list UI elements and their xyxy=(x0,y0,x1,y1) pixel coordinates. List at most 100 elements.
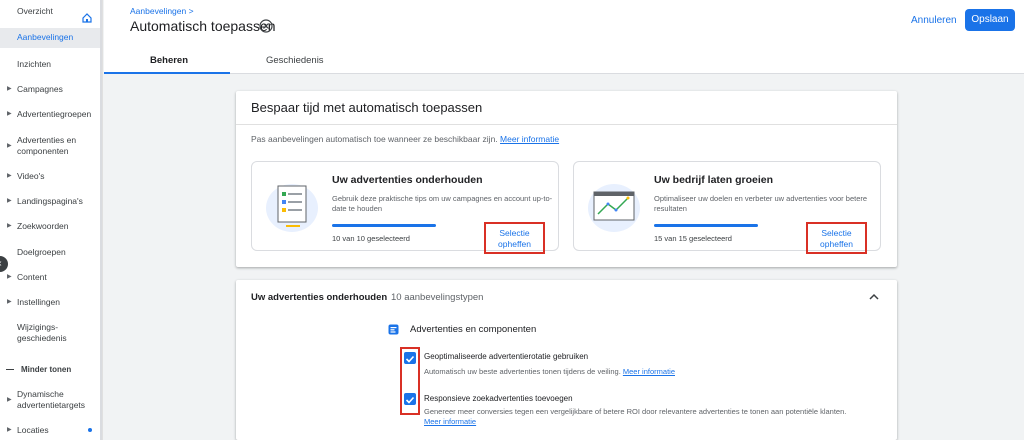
selection-count: 15 van 15 geselecteerd xyxy=(654,234,732,243)
chevron-right-icon: ▶ xyxy=(7,223,12,229)
checkmark-icon xyxy=(405,396,415,404)
recommendation-type-count: 10 aanbevelingstypen xyxy=(391,292,484,303)
page-header: Aanbevelingen > Automatisch toepassen An… xyxy=(104,0,1024,74)
sidebar-item-locaties[interactable]: ▶ Locaties xyxy=(0,425,100,439)
sidebar-scrollbar[interactable] xyxy=(100,0,102,440)
option-description-text: Genereer meer conversies tegen een verge… xyxy=(424,407,847,416)
chevron-right-icon: ▶ xyxy=(7,299,12,305)
sidebar-item-landingspaginas[interactable]: ▶ Landingspagina's xyxy=(0,196,100,210)
sidebar-item-videos[interactable]: ▶ Video's xyxy=(0,171,100,185)
sidebar-item-zoekwoorden[interactable]: ▶ Zoekwoorden xyxy=(0,221,100,235)
tab-beheren[interactable]: Beheren xyxy=(150,55,188,66)
chevron-right-icon: > xyxy=(188,6,194,16)
subcard-description: Optimaliseer uw doelen en verbeter uw ad… xyxy=(654,194,868,213)
deselect-all-button[interactable]: Selectie opheffen xyxy=(484,222,545,254)
chevron-right-icon: ▶ xyxy=(7,397,12,403)
sidebar-item-label: Doelgroepen xyxy=(17,247,66,257)
sidebar-item-label: Zoekwoorden xyxy=(17,221,69,231)
sidebar-item-dynamische[interactable]: ▶ Dynamische advertentietargets xyxy=(0,389,100,413)
maintain-ads-expanded-card: Uw advertenties onderhouden 10 aanbeveli… xyxy=(236,280,897,440)
subcard-description: Gebruik deze praktische tips om uw campa… xyxy=(332,194,553,213)
sidebar-item-label: Instellingen xyxy=(17,297,61,307)
selection-progress-bar xyxy=(332,224,436,227)
sidebar-item-campagnes[interactable]: ▶ Campagnes xyxy=(0,84,100,98)
sidebar-item-label: Minder tonen xyxy=(21,365,72,374)
page-title: Automatisch toepassen xyxy=(130,18,276,34)
breadcrumb[interactable]: Aanbevelingen > xyxy=(130,6,194,16)
sidebar-item-content[interactable]: ▶ Content xyxy=(0,272,100,286)
sidebar-item-label: Overzicht xyxy=(17,6,53,16)
selection-progress-bar xyxy=(654,224,758,227)
sidebar-item-advertentiegroepen[interactable]: ▶ Advertentiegroepen xyxy=(0,109,100,123)
card-title: Bespaar tijd met automatisch toepassen xyxy=(251,100,483,115)
sidebar-item-label: Landingspagina's xyxy=(17,196,83,206)
active-tab-indicator xyxy=(104,72,230,74)
deselect-all-button[interactable]: Selectie opheffen xyxy=(806,222,867,254)
ad-components-icon xyxy=(388,324,399,335)
sidebar-item-label: Dynamische advertentietargets xyxy=(17,389,86,410)
close-circle-icon[interactable] xyxy=(259,19,273,33)
auto-apply-intro-card: Bespaar tijd met automatisch toepassen P… xyxy=(236,91,897,267)
chevron-right-icon: ▶ xyxy=(7,274,12,280)
category-title: Advertenties en componenten xyxy=(410,324,537,335)
chevron-right-icon: ▶ xyxy=(7,173,12,179)
sidebar-item-wijzigingsgeschiedenis[interactable]: Wijzigings-geschiedenis xyxy=(0,322,100,346)
deselect-label-line2: opheffen xyxy=(820,239,853,249)
chevron-left-icon: ‹ xyxy=(0,258,2,269)
responsive-search-ads-checkbox[interactable] xyxy=(404,393,416,405)
sidebar-item-label: Inzichten xyxy=(17,59,52,69)
sidebar-nav: Overzicht Aanbevelingen Inzichten ▶ Camp… xyxy=(0,0,103,440)
sidebar-item-label: Wijzigings-geschiedenis xyxy=(17,322,67,343)
sidebar-item-doelgroepen[interactable]: Doelgroepen xyxy=(0,247,100,261)
chevron-right-icon: ▶ xyxy=(7,427,12,433)
sidebar-item-overzicht[interactable]: Overzicht xyxy=(0,6,100,23)
chevron-right-icon: ▶ xyxy=(7,198,12,204)
chevron-right-icon: ▶ xyxy=(7,111,12,117)
sidebar-item-label: Locaties xyxy=(17,425,49,435)
notification-dot xyxy=(88,428,92,432)
description-text: Pas aanbevelingen automatisch toe wannee… xyxy=(251,134,498,144)
sidebar-item-label: Campagnes xyxy=(17,84,63,94)
sidebar-item-label: Aanbevelingen xyxy=(17,32,74,42)
option-description: Genereer meer conversies tegen een verge… xyxy=(424,407,884,427)
selection-count: 10 van 10 geselecteerd xyxy=(332,234,410,243)
option-description-text: Automatisch uw beste advertenties tonen … xyxy=(424,367,621,376)
learn-more-link[interactable]: Meer informatie xyxy=(500,134,559,144)
chevron-up-icon[interactable] xyxy=(868,292,880,302)
cancel-button[interactable]: Annuleren xyxy=(911,15,957,26)
home-icon xyxy=(82,13,92,23)
sidebar-item-label: Video's xyxy=(17,171,45,181)
sidebar-item-advertenties[interactable]: ▶ Advertenties en componenten xyxy=(0,135,100,159)
option-title: Geoptimaliseerde advertentierotatie gebr… xyxy=(424,352,589,361)
divider xyxy=(236,124,897,125)
subcard-title: Uw bedrijf laten groeien xyxy=(654,174,774,186)
learn-more-link[interactable]: Meer informatie xyxy=(424,417,476,426)
learn-more-link[interactable]: Meer informatie xyxy=(623,367,675,376)
chevron-right-icon: ▶ xyxy=(7,143,12,149)
chevron-right-icon: ▶ xyxy=(7,86,12,92)
tab-geschiedenis[interactable]: Geschiedenis xyxy=(266,55,324,66)
breadcrumb-link[interactable]: Aanbevelingen xyxy=(130,6,186,16)
grow-business-subcard[interactable]: Uw bedrijf laten groeien Optimaliseer uw… xyxy=(573,161,881,254)
minus-icon xyxy=(6,369,14,370)
card-description: Pas aanbevelingen automatisch toe wannee… xyxy=(251,134,559,144)
deselect-label-line2: opheffen xyxy=(498,239,531,249)
maintain-ads-subcard[interactable]: Uw advertenties onderhouden Gebruik deze… xyxy=(251,161,559,254)
growth-chart-illustration-icon xyxy=(588,184,640,232)
sidebar-item-instellingen[interactable]: ▶ Instellingen xyxy=(0,297,100,311)
subcard-title: Uw advertenties onderhouden xyxy=(332,174,483,186)
deselect-label-line1: Selectie xyxy=(499,228,530,238)
section-header-title: Uw advertenties onderhouden xyxy=(251,292,388,303)
sidebar-item-aanbevelingen[interactable]: Aanbevelingen xyxy=(0,28,100,48)
save-button[interactable]: Opslaan xyxy=(965,9,1015,31)
optimized-rotation-checkbox[interactable] xyxy=(404,352,416,364)
checkmark-icon xyxy=(405,355,415,363)
option-title: Responsieve zoekadvertenties toevoegen xyxy=(424,394,573,403)
option-description: Automatisch uw beste advertenties tonen … xyxy=(424,367,675,377)
sidebar-item-label: Advertenties en componenten xyxy=(17,135,77,156)
sidebar-item-label: Content xyxy=(17,272,47,282)
sidebar-item-label: Advertentiegroepen xyxy=(17,109,92,119)
sidebar-item-inzichten[interactable]: Inzichten xyxy=(0,59,100,73)
deselect-label-line1: Selectie xyxy=(821,228,852,238)
show-less-toggle[interactable]: Minder tonen xyxy=(0,364,100,378)
